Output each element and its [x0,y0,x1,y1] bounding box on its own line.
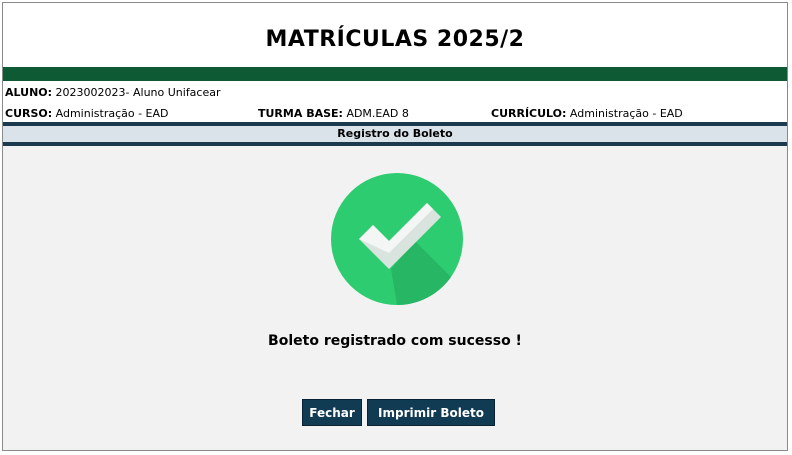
curso-value: Administração - EAD [55,107,169,120]
close-button[interactable]: Fechar [302,399,362,426]
student-info: ALUNO: 2023002023- Aluno Unifacear CURSO… [3,81,787,123]
success-message: Boleto registrado com sucesso ! [268,333,522,349]
curso-label: CURSO: [5,107,53,120]
curso-field: CURSO: Administração - EAD [5,107,169,120]
curriculo-value: Administração - EAD [569,107,683,120]
turma-label: TURMA BASE: [258,107,343,120]
section-header: Registro do Boleto [3,122,787,146]
curriculo-field: CURRÍCULO: Administração - EAD [491,107,683,120]
header-divider-bar [3,67,787,81]
turma-field: TURMA BASE: ADM.EAD 8 [258,107,409,120]
header: MATRÍCULAS 2025/2 [3,3,787,67]
page-title: MATRÍCULAS 2025/2 [265,27,525,52]
turma-value: ADM.EAD 8 [346,107,409,120]
check-circle-icon [331,173,463,305]
aluno-value: 2023002023- Aluno Unifacear [55,86,221,99]
curriculo-label: CURRÍCULO: [491,107,567,120]
student-row: ALUNO: 2023002023- Aluno Unifacear [5,86,221,99]
section-title: Registro do Boleto [337,127,453,140]
print-boleto-button[interactable]: Imprimir Boleto [367,399,495,426]
aluno-label: ALUNO: [5,86,53,99]
page-frame: MATRÍCULAS 2025/2 ALUNO: 2023002023- Alu… [2,2,788,451]
